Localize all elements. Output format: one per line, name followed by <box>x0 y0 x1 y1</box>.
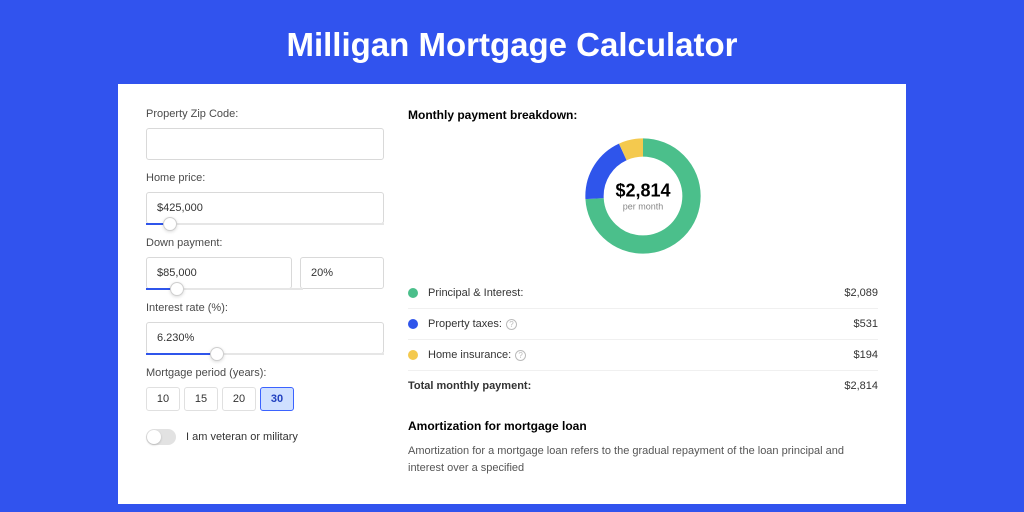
legend-value: $531 <box>854 318 878 330</box>
legend-row-tax: Property taxes:?$531 <box>408 308 878 339</box>
calculator-card: Property Zip Code: Home price: Down paym… <box>118 84 906 504</box>
period-button-30[interactable]: 30 <box>260 387 294 411</box>
legend-row-pi: Principal & Interest:$2,089 <box>408 278 878 308</box>
price-input[interactable] <box>146 192 384 224</box>
zip-label: Property Zip Code: <box>146 108 384 120</box>
page-title: Milligan Mortgage Calculator <box>0 0 1024 84</box>
zip-input[interactable] <box>146 128 384 160</box>
legend-label: Principal & Interest: <box>428 287 844 299</box>
rate-input[interactable] <box>146 322 384 354</box>
period-group: 10152030 <box>146 387 384 411</box>
veteran-toggle[interactable] <box>146 429 176 445</box>
amort-title: Amortization for mortgage loan <box>408 419 878 433</box>
price-label: Home price: <box>146 172 384 184</box>
down-pct-input[interactable] <box>300 257 384 289</box>
down-slider[interactable] <box>146 288 303 290</box>
price-slider[interactable] <box>146 223 384 225</box>
inputs-panel: Property Zip Code: Home price: Down paym… <box>146 108 384 480</box>
legend-label: Home insurance:? <box>428 349 854 361</box>
toggle-knob <box>147 430 161 444</box>
down-slider-thumb[interactable] <box>170 282 184 296</box>
breakdown-title: Monthly payment breakdown: <box>408 108 878 122</box>
info-icon[interactable]: ? <box>506 319 517 330</box>
donut-amount: $2,814 <box>615 181 670 202</box>
total-label: Total monthly payment: <box>408 380 844 392</box>
legend-dot <box>408 350 418 360</box>
veteran-toggle-label: I am veteran or military <box>186 431 298 443</box>
legend-value: $194 <box>854 349 878 361</box>
total-value: $2,814 <box>844 380 878 392</box>
down-amount-input[interactable] <box>146 257 292 289</box>
period-button-10[interactable]: 10 <box>146 387 180 411</box>
legend-row-ins: Home insurance:?$194 <box>408 339 878 370</box>
amort-text: Amortization for a mortgage loan refers … <box>408 443 878 477</box>
legend-value: $2,089 <box>844 287 878 299</box>
period-button-15[interactable]: 15 <box>184 387 218 411</box>
rate-slider[interactable] <box>146 353 384 355</box>
info-icon[interactable]: ? <box>515 350 526 361</box>
rate-label: Interest rate (%): <box>146 302 384 314</box>
rate-slider-fill <box>146 353 217 355</box>
period-label: Mortgage period (years): <box>146 367 384 379</box>
results-panel: Monthly payment breakdown: $2,814 per mo… <box>408 108 878 480</box>
legend: Principal & Interest:$2,089Property taxe… <box>408 278 878 370</box>
price-slider-thumb[interactable] <box>163 217 177 231</box>
down-label: Down payment: <box>146 237 384 249</box>
donut-center: $2,814 per month <box>615 181 670 212</box>
donut-per: per month <box>615 202 670 212</box>
legend-dot <box>408 319 418 329</box>
rate-slider-thumb[interactable] <box>210 347 224 361</box>
legend-label: Property taxes:? <box>428 318 854 330</box>
legend-dot <box>408 288 418 298</box>
period-button-20[interactable]: 20 <box>222 387 256 411</box>
total-row: Total monthly payment: $2,814 <box>408 370 878 401</box>
donut-chart: $2,814 per month <box>408 132 878 260</box>
